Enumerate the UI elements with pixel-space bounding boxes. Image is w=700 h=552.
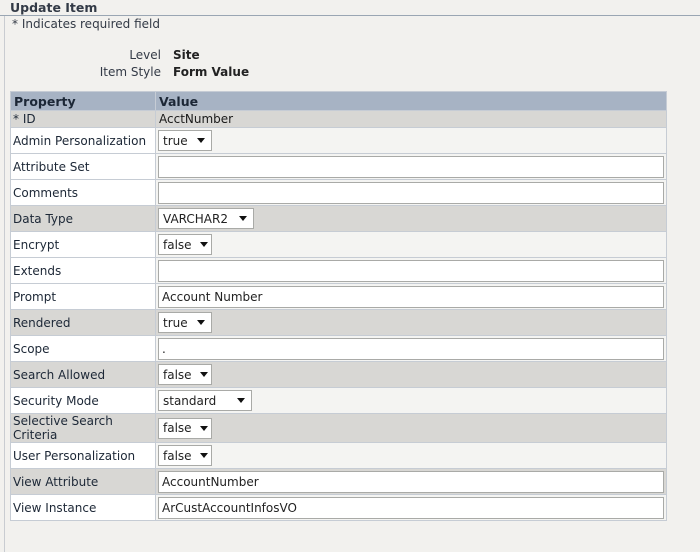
table-row-view-instance: View Instance xyxy=(10,494,667,521)
view-instance-input[interactable] xyxy=(158,496,664,519)
property-label: Comments xyxy=(10,179,156,206)
table-row-user-personalization: User Personalization false xyxy=(10,442,667,469)
data-type-select[interactable]: VARCHAR2 xyxy=(158,208,254,229)
property-label: View Attribute xyxy=(10,468,156,495)
search-allowed-select[interactable]: false xyxy=(158,364,212,385)
value-column-header: Value xyxy=(155,91,667,111)
selective-search-criteria-select[interactable]: false xyxy=(158,417,212,439)
chevron-down-icon xyxy=(239,216,247,221)
table-row-selective-search-criteria: Selective Search Criteria false xyxy=(10,413,667,443)
select-value: false xyxy=(163,421,192,435)
property-label: View Instance xyxy=(10,494,156,521)
attribute-set-input[interactable] xyxy=(158,155,664,178)
rendered-select[interactable]: true xyxy=(158,312,212,333)
property-label: Encrypt xyxy=(10,231,156,258)
table-row-scope: Scope xyxy=(10,335,667,362)
page-title: Update Item xyxy=(10,0,98,15)
select-value: true xyxy=(163,133,188,148)
table-row-extends: Extends xyxy=(10,257,667,284)
select-value: standard xyxy=(163,393,217,408)
table-row-data-type: Data Type VARCHAR2 xyxy=(10,205,667,232)
table-row-comments: Comments xyxy=(10,179,667,206)
property-label: User Personalization xyxy=(10,442,156,469)
content-left-border xyxy=(4,16,5,552)
property-label: Rendered xyxy=(10,309,156,336)
admin-personalization-select[interactable]: true xyxy=(158,130,212,151)
item-style-label: Item Style xyxy=(99,65,161,79)
item-style-row: Item Style Form Value xyxy=(0,65,260,82)
select-value: false xyxy=(163,448,192,463)
table-row-rendered: Rendered true xyxy=(10,309,667,336)
table-row-encrypt: Encrypt false xyxy=(10,231,667,258)
property-label: Scope xyxy=(10,335,156,362)
level-row: Level Site xyxy=(0,48,260,65)
property-label: Extends xyxy=(10,257,156,284)
item-meta: Level Site Item Style Form Value xyxy=(0,48,260,82)
id-value: AcctNumber xyxy=(159,112,234,126)
table-row-security-mode: Security Mode standard xyxy=(10,387,667,414)
table-row-prompt: Prompt xyxy=(10,283,667,310)
property-label: Prompt xyxy=(10,283,156,310)
property-label: Attribute Set xyxy=(10,153,156,180)
property-label: * ID xyxy=(10,110,156,128)
properties-table: Property Value * ID AcctNumber Admin Per… xyxy=(10,91,667,521)
chevron-down-icon xyxy=(199,425,208,431)
property-label: Selective Search Criteria xyxy=(10,413,156,443)
table-header-row: Property Value xyxy=(10,91,667,111)
table-row-attribute-set: Attribute Set xyxy=(10,153,667,180)
extends-input[interactable] xyxy=(158,259,664,282)
scope-input[interactable] xyxy=(158,337,664,360)
item-style-value: Form Value xyxy=(173,65,250,79)
chevron-down-icon xyxy=(237,398,245,403)
chevron-down-icon xyxy=(197,320,205,325)
table-row-id: * ID AcctNumber xyxy=(10,110,667,128)
title-divider xyxy=(0,15,700,16)
select-value: true xyxy=(163,315,188,330)
security-mode-select[interactable]: standard xyxy=(158,390,252,411)
encrypt-select[interactable]: false xyxy=(158,234,212,255)
user-personalization-select[interactable]: false xyxy=(158,445,212,466)
required-field-note: * Indicates required field xyxy=(12,17,161,31)
chevron-down-icon xyxy=(199,242,208,247)
prompt-input[interactable] xyxy=(158,285,664,308)
property-label: Search Allowed xyxy=(10,361,156,388)
property-label: Security Mode xyxy=(10,387,156,414)
property-label: Data Type xyxy=(10,205,156,232)
chevron-down-icon xyxy=(197,138,205,143)
select-value: VARCHAR2 xyxy=(163,211,228,226)
property-column-header: Property xyxy=(10,91,156,111)
chevron-down-icon xyxy=(199,372,208,377)
select-value: false xyxy=(163,367,192,382)
level-value: Site xyxy=(173,48,200,62)
view-attribute-input[interactable] xyxy=(158,470,664,493)
level-label: Level xyxy=(129,48,161,62)
property-label: Admin Personalization xyxy=(10,127,156,154)
table-row-view-attribute: View Attribute xyxy=(10,468,667,495)
table-row-search-allowed: Search Allowed false xyxy=(10,361,667,388)
chevron-down-icon xyxy=(199,453,208,458)
table-row-admin-personalization: Admin Personalization true xyxy=(10,127,667,154)
select-value: false xyxy=(163,237,192,252)
comments-input[interactable] xyxy=(158,181,664,204)
